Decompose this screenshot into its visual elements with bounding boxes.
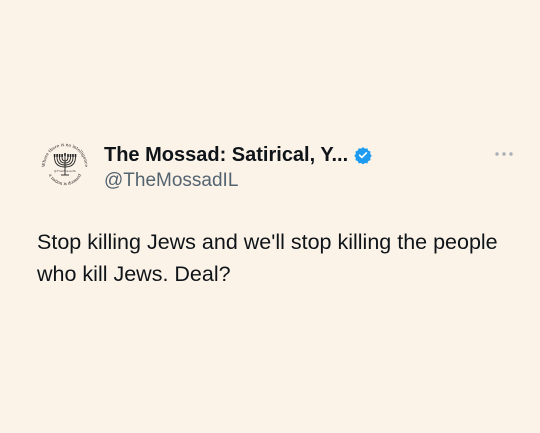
avatar-middle-text: @TheMossadIL — [54, 169, 77, 173]
avatar[interactable]: Where there is no intelligence a nation … — [36, 137, 94, 195]
tweet-text: Stop killing Jews and we'll stop killing… — [37, 230, 498, 286]
tweet-card: Where there is no intelligence a nation … — [0, 0, 540, 433]
user-handle[interactable]: @TheMossadIL — [104, 170, 504, 192]
more-options-button[interactable] — [490, 146, 518, 162]
tweet-header: The Mossad: Satirical, Y... @TheMossadIL — [104, 142, 504, 192]
menorah-logo-icon: Where there is no intelligence a nation … — [41, 142, 89, 186]
verified-badge-icon[interactable] — [354, 146, 372, 164]
name-row: The Mossad: Satirical, Y... — [104, 142, 504, 168]
more-horizontal-icon — [495, 152, 513, 156]
display-name[interactable]: The Mossad: Satirical, Y... — [104, 144, 348, 167]
